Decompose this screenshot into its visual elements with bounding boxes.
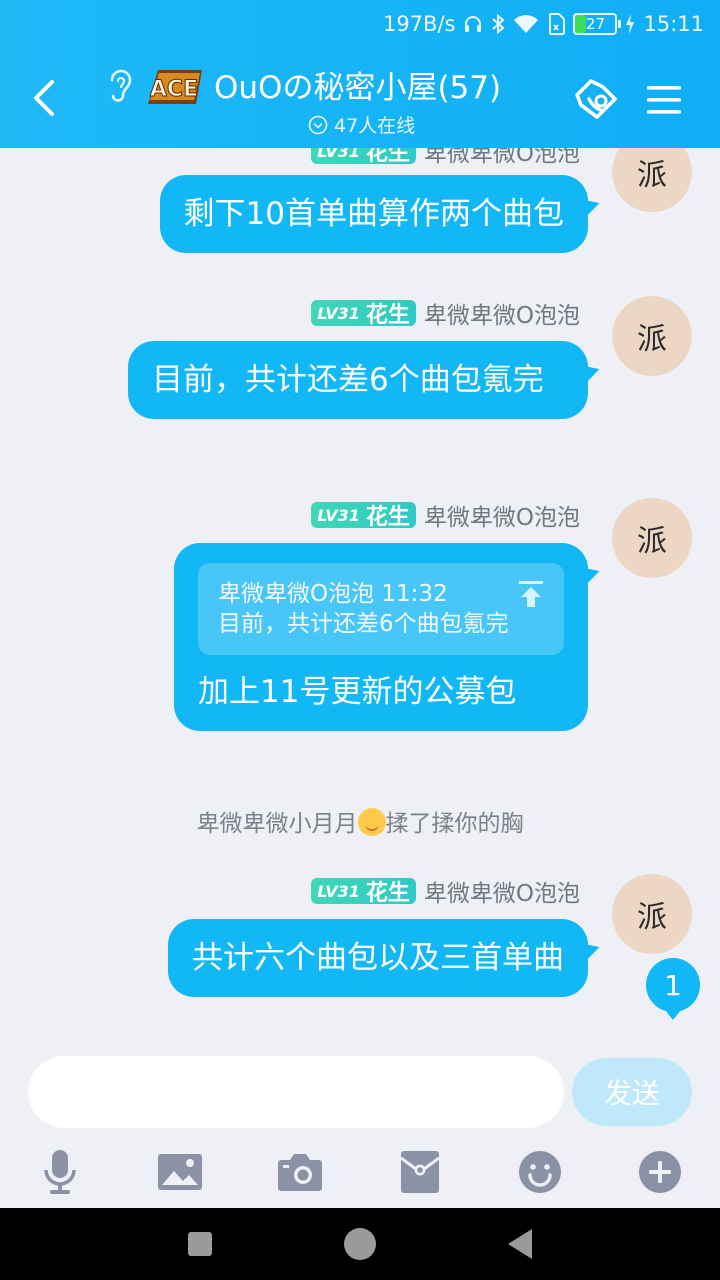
quote-header: 卑微卑微O泡泡 11:32	[218, 581, 448, 607]
message-text: 目前，共计还差6个曲包氪完	[152, 362, 544, 398]
image-button[interactable]	[152, 1144, 208, 1200]
jump-to-top-icon[interactable]	[518, 580, 544, 608]
red-packet-button[interactable]	[392, 1144, 448, 1200]
group-call-button[interactable]	[570, 74, 622, 126]
system-back-button[interactable]	[500, 1224, 540, 1264]
network-speed: 197B/s	[382, 12, 456, 36]
message-bubble[interactable]: 共计六个曲包以及三首单曲	[168, 919, 588, 997]
back-button[interactable]	[24, 74, 64, 122]
toolbar	[0, 1144, 720, 1200]
clock: 15:11	[643, 12, 704, 36]
sender-info: LV31 花生 卑微卑微O泡泡	[311, 296, 580, 330]
menu-button[interactable]	[638, 74, 690, 126]
message-input[interactable]	[28, 1056, 564, 1128]
bluetooth-icon	[491, 13, 506, 35]
message-list[interactable]: LV31 花生 卑微卑微O泡泡 派 剩下10首单曲算作两个曲包 LV31 花生 卑微…	[0, 148, 720, 1040]
sender-name: 卑微卑微O泡泡	[423, 148, 580, 167]
message-bubble[interactable]: 卑微卑微O泡泡 11:32 目前，共计还差6个曲包氪完 加上11号更新的公募包	[174, 543, 588, 731]
sender-name: 卑微卑微O泡泡	[423, 881, 580, 907]
smiley-icon	[519, 1151, 561, 1193]
system-action: 揉了揉你的胸	[385, 811, 524, 837]
ace-badge-icon: ACE	[148, 69, 202, 104]
message-text: 剩下10首单曲算作两个曲包	[183, 196, 564, 232]
quoted-reply[interactable]: 卑微卑微O泡泡 11:32 目前，共计还差6个曲包氪完	[198, 563, 564, 655]
recents-button[interactable]	[180, 1224, 220, 1264]
avatar[interactable]: 派	[612, 874, 692, 954]
level-badge: LV31 花生	[311, 502, 416, 530]
message-text: 加上11号更新的公募包	[198, 674, 517, 710]
level-badge: LV31 花生	[311, 878, 416, 906]
ear-icon[interactable]	[104, 66, 136, 104]
system-actor: 卑微卑微小月月	[196, 811, 358, 837]
emoji-button[interactable]	[512, 1144, 568, 1200]
camera-button[interactable]	[272, 1144, 328, 1200]
chevron-down-circle-icon	[308, 115, 328, 134]
title-bar: 197B/s 27 15:11 ACE OuOの秘密小屋(57) 47人在线	[0, 0, 720, 148]
level-badge: LV31 花生	[311, 300, 416, 328]
online-label: 47人在线	[334, 115, 416, 137]
circle-icon	[344, 1228, 376, 1260]
input-bar: 发送	[0, 1040, 720, 1208]
microphone-icon	[44, 1150, 76, 1194]
image-icon	[158, 1154, 202, 1190]
group-title-area[interactable]: ACE OuOの秘密小屋(57) 47人在线	[104, 62, 524, 138]
charging-icon	[625, 14, 635, 34]
message-bubble[interactable]: 目前，共计还差6个曲包氪完	[128, 341, 588, 419]
sender-name: 卑微卑微O泡泡	[423, 505, 580, 531]
system-notice: 卑微卑微小月月 揉了揉你的胸	[0, 804, 720, 838]
avatar[interactable]: 派	[612, 296, 692, 376]
sender-info: LV31 花生 卑微卑微O泡泡	[311, 148, 580, 168]
hug-emoji-icon	[357, 808, 386, 836]
sender-name: 卑微卑微O泡泡	[423, 303, 580, 329]
menu-icon	[647, 86, 681, 114]
chevron-left-icon	[34, 80, 54, 116]
battery-icon: 27	[573, 13, 622, 35]
send-button[interactable]: 发送	[572, 1058, 692, 1126]
headset-icon	[463, 14, 483, 34]
more-button[interactable]	[632, 1144, 688, 1200]
quote-text: 目前，共计还差6个曲包氪完	[218, 611, 509, 637]
plus-icon	[639, 1151, 681, 1193]
square-icon	[188, 1232, 212, 1256]
system-nav-bar	[0, 1208, 720, 1280]
sim-icon	[547, 13, 566, 35]
svg-text:ACE: ACE	[150, 77, 198, 102]
avatar[interactable]: 派	[612, 148, 692, 212]
group-title: OuOの秘密小屋(57)	[214, 70, 502, 106]
online-count[interactable]: 47人在线	[308, 111, 524, 138]
status-bar: 197B/s 27 15:11	[383, 8, 704, 40]
home-button[interactable]	[340, 1224, 380, 1264]
unread-badge[interactable]: 1	[646, 958, 700, 1020]
level-badge: LV31 花生	[311, 148, 416, 166]
avatar[interactable]: 派	[612, 498, 692, 578]
sender-info: LV31 花生 卑微卑微O泡泡	[311, 498, 580, 532]
wifi-icon	[513, 14, 539, 34]
triangle-back-icon	[508, 1229, 532, 1259]
voice-button[interactable]	[32, 1144, 88, 1200]
phone-ticket-icon	[575, 79, 617, 119]
message-bubble[interactable]: 剩下10首单曲算作两个曲包	[159, 175, 588, 253]
red-packet-icon	[400, 1151, 440, 1193]
sender-info: LV31 花生 卑微卑微O泡泡	[311, 874, 580, 908]
camera-icon	[278, 1154, 322, 1191]
message-text: 共计六个曲包以及三首单曲	[192, 940, 564, 976]
